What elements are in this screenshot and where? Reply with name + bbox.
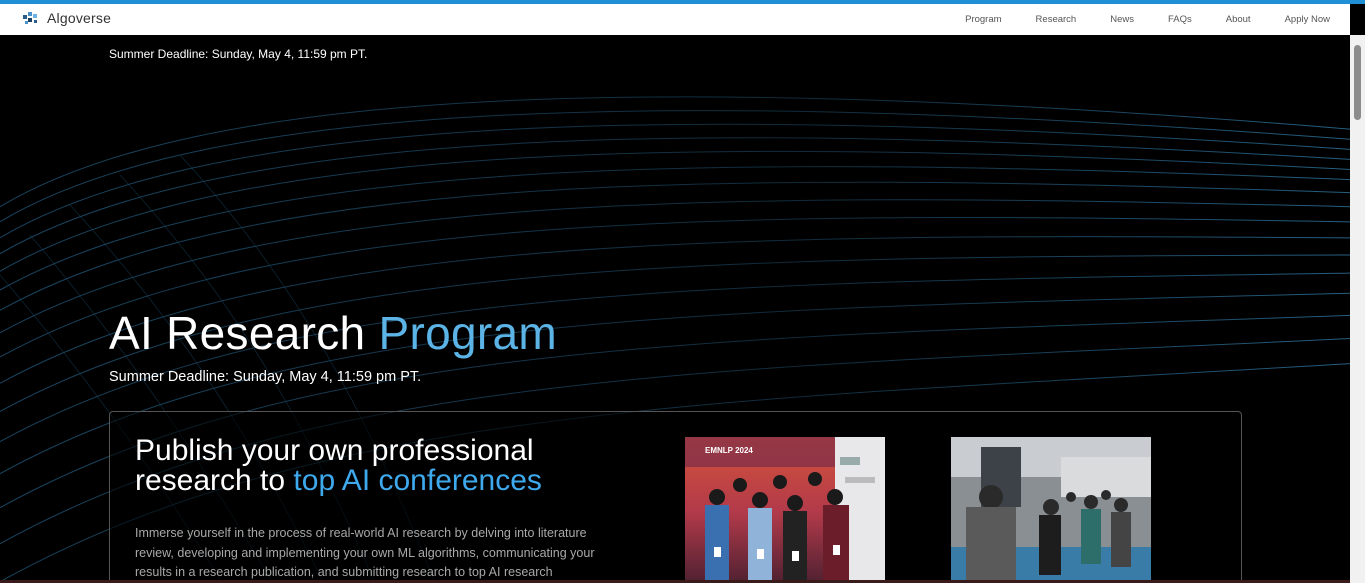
card-title-accent: top AI conferences xyxy=(293,464,542,497)
card-description: Immerse yourself in the process of real-… xyxy=(135,526,595,579)
navbar: Algoverse Program Research News FAQs Abo… xyxy=(0,4,1350,35)
card-title-line2: research to top AI conferences xyxy=(135,466,655,496)
hero-title: AI Research Program xyxy=(109,306,557,360)
crowd-photo-image xyxy=(951,437,1151,583)
emnlp-banner-text: EMNLP 2024 xyxy=(705,446,753,455)
algoverse-logo-icon xyxy=(23,12,37,24)
brand[interactable]: Algoverse xyxy=(22,9,111,27)
nav-faqs[interactable]: FAQs xyxy=(1168,14,1192,25)
card-title-plain: research to xyxy=(135,464,286,497)
brand-name: Algoverse xyxy=(47,10,112,26)
hero-title-main: AI Research xyxy=(109,307,366,359)
nav-research[interactable]: Research xyxy=(1036,14,1077,25)
nav-links: Program Research News FAQs About Apply N… xyxy=(931,4,1330,35)
nav-program[interactable]: Program xyxy=(965,14,1001,25)
publish-card: Publish your own professional research t… xyxy=(109,411,1242,583)
deadline-subtitle: Summer Deadline: Sunday, May 4, 11:59 pm… xyxy=(109,369,422,385)
deadline-banner-top: Summer Deadline: Sunday, May 4, 11:59 pm… xyxy=(109,47,368,61)
hero-title-accent: Program xyxy=(378,307,558,359)
card-title-line1: Publish your own professional xyxy=(135,434,534,467)
nav-news[interactable]: News xyxy=(1110,14,1134,25)
card-title: Publish your own professional research t… xyxy=(135,436,655,496)
group-photo-image: EMNLP 2024 xyxy=(685,437,885,583)
emnlp-group-photo: EMNLP 2024 xyxy=(685,437,885,583)
nav-about[interactable]: About xyxy=(1226,14,1251,25)
page-scrollbar[interactable] xyxy=(1350,35,1365,583)
conference-crowd-photo xyxy=(951,437,1151,583)
nav-apply-now[interactable]: Apply Now xyxy=(1285,14,1330,25)
scrollbar-thumb[interactable] xyxy=(1354,45,1361,120)
